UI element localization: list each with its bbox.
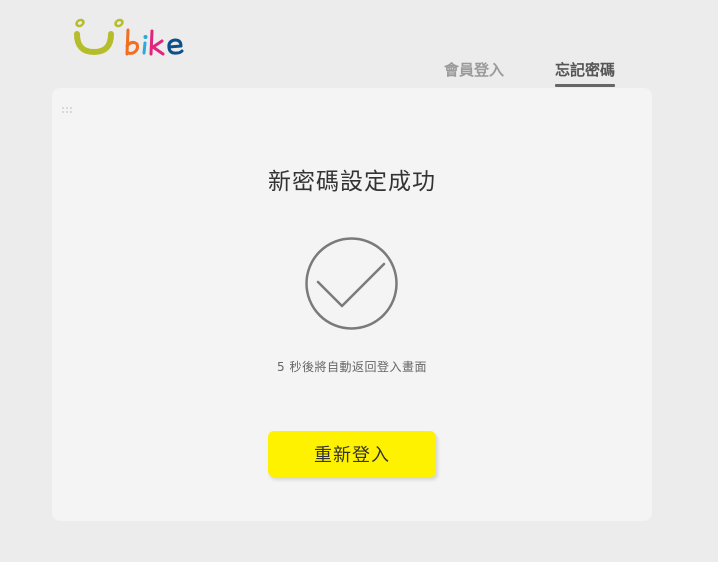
tab-forgot-password-label: 忘記密碼 bbox=[555, 61, 616, 79]
check-circle-icon bbox=[304, 236, 399, 331]
relogin-button[interactable]: 重新登入 bbox=[268, 431, 436, 477]
tab-member-login-label: 會員登入 bbox=[444, 61, 505, 79]
page-title: 新密碼設定成功 bbox=[268, 169, 436, 195]
success-card: 新密碼設定成功 5 秒後將自動返回登入畫面 重新登入 bbox=[52, 88, 652, 521]
ubike-logo[interactable] bbox=[72, 16, 187, 60]
active-tab-indicator bbox=[555, 84, 616, 87]
tab-member-login[interactable]: 會員登入 bbox=[444, 60, 504, 88]
redirect-notice: 5 秒後將自動返回登入畫面 bbox=[277, 360, 427, 374]
tab-forgot-password[interactable]: 忘記密碼 bbox=[555, 60, 616, 88]
ubike-logo-mark bbox=[74, 18, 184, 56]
grip-icon bbox=[62, 107, 72, 117]
page: 會員登入 忘記密碼 新密碼設定成功 5 秒後將自動返回登入畫面 重新登入 bbox=[0, 0, 718, 562]
